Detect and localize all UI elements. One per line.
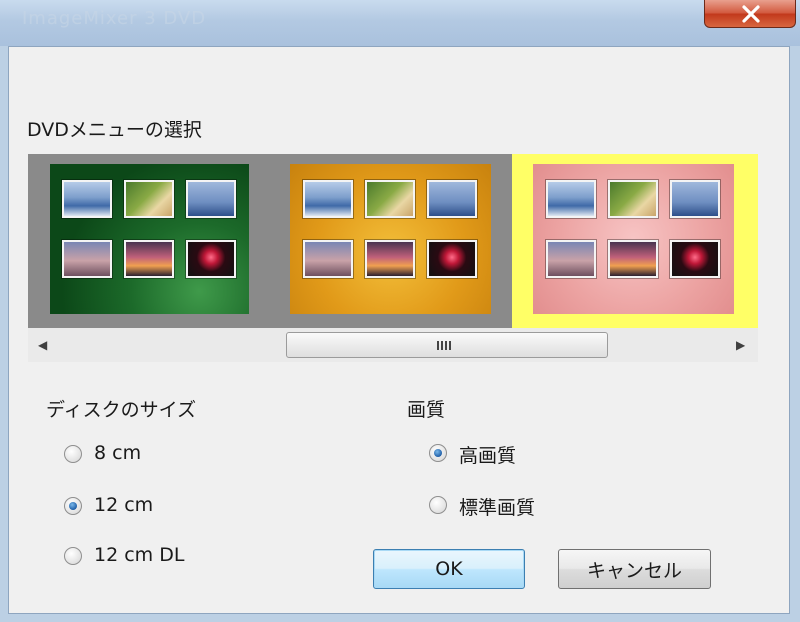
thumbnail-image <box>427 240 477 278</box>
dialog-body: DVDメニューの選択 ◀ ▶ ディスクのサイズ 8 cm 12 cm 12 cm… <box>8 46 790 614</box>
menu-select-label: DVDメニューの選択 <box>27 119 202 141</box>
disc-12cm-dl-label: 12 cm DL <box>94 544 185 566</box>
thumbnail-image <box>670 240 720 278</box>
thumbnail-image <box>608 240 658 278</box>
quality-standard-radio[interactable] <box>429 496 447 514</box>
thumbnail-image <box>186 240 236 278</box>
thumbnail-image <box>608 180 658 218</box>
quality-high-label: 高画質 <box>459 445 517 467</box>
disc-12cm-label: 12 cm <box>94 494 154 516</box>
close-button[interactable] <box>704 0 796 28</box>
thumbnail-image <box>303 180 353 218</box>
title-bar: ImageMixer 3 DVD <box>0 0 800 46</box>
quality-standard-label: 標準画質 <box>459 497 536 519</box>
disc-8cm-radio[interactable] <box>64 445 82 463</box>
window-title: ImageMixer 3 DVD <box>22 8 207 29</box>
ok-button[interactable]: OK <box>373 549 525 589</box>
thumbnail-image <box>670 180 720 218</box>
quality-high-radio[interactable] <box>429 444 447 462</box>
menu-template-list[interactable] <box>28 154 758 328</box>
thumbnail-image <box>62 240 112 278</box>
thumbnail-image <box>546 240 596 278</box>
thumbnail-image <box>124 240 174 278</box>
close-icon <box>742 5 760 23</box>
thumbnail-image <box>303 240 353 278</box>
menu-template-green[interactable] <box>50 164 249 314</box>
horizontal-scrollbar[interactable]: ◀ ▶ <box>28 328 758 362</box>
quality-label: 画質 <box>407 399 446 421</box>
cancel-button[interactable]: キャンセル <box>558 549 711 589</box>
scroll-left-icon[interactable]: ◀ <box>38 338 47 352</box>
thumbnail-image <box>427 180 477 218</box>
scroll-thumb[interactable] <box>286 332 608 358</box>
thumbnail-image <box>124 180 174 218</box>
thumbnail-image <box>546 180 596 218</box>
disc-size-label: ディスクのサイズ <box>46 399 197 421</box>
thumbnail-image <box>186 180 236 218</box>
disc-8cm-label: 8 cm <box>94 442 142 464</box>
disc-12cm-dl-radio[interactable] <box>64 547 82 565</box>
grip-icon <box>437 341 453 350</box>
thumbnail-image <box>365 240 415 278</box>
menu-template-pink[interactable] <box>533 164 734 314</box>
thumbnail-image <box>365 180 415 218</box>
disc-12cm-radio[interactable] <box>64 497 82 515</box>
thumbnail-image <box>62 180 112 218</box>
scroll-right-icon[interactable]: ▶ <box>736 338 745 352</box>
menu-template-orange[interactable] <box>290 164 491 314</box>
